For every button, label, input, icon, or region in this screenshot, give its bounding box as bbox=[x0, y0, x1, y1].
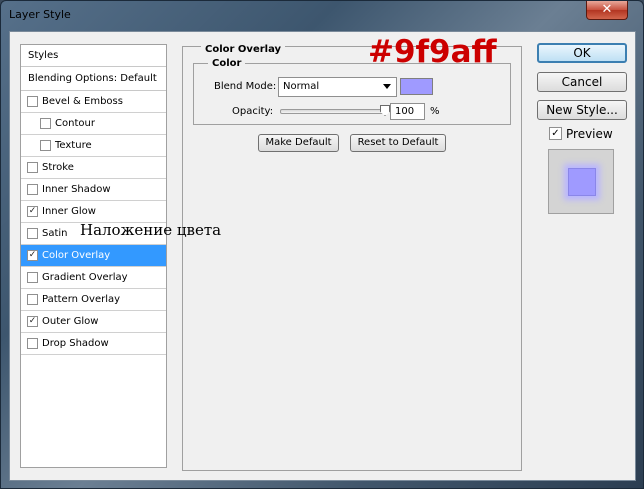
style-item-drop-shadow[interactable]: Drop Shadow bbox=[21, 333, 166, 355]
russian-annotation: Наложение цвета bbox=[80, 221, 222, 239]
style-checkbox[interactable]: ✓ bbox=[27, 250, 38, 261]
style-checkbox[interactable] bbox=[27, 96, 38, 107]
style-item-label: Color Overlay bbox=[42, 250, 111, 261]
chevron-down-icon bbox=[383, 84, 391, 89]
preview-checkbox[interactable]: ✓ bbox=[549, 127, 562, 140]
styles-header[interactable]: Styles bbox=[21, 45, 166, 67]
style-item-label: Outer Glow bbox=[42, 316, 99, 327]
style-item-bevel-emboss[interactable]: Bevel & Emboss bbox=[21, 91, 166, 113]
style-checkbox[interactable] bbox=[27, 294, 38, 305]
style-item-label: Drop Shadow bbox=[42, 338, 109, 349]
reset-to-default-button[interactable]: Reset to Default bbox=[350, 134, 446, 152]
cancel-button[interactable]: Cancel bbox=[537, 72, 627, 92]
style-item-gradient-overlay[interactable]: Gradient Overlay bbox=[21, 267, 166, 289]
blend-mode-select[interactable]: Normal bbox=[278, 77, 397, 97]
style-item-label: Contour bbox=[55, 118, 95, 129]
style-checkbox[interactable] bbox=[27, 228, 38, 239]
preview-thumbnail bbox=[548, 149, 614, 214]
opacity-input[interactable]: 100 bbox=[390, 103, 425, 120]
window-title: Layer Style bbox=[9, 8, 71, 21]
opacity-unit: % bbox=[430, 106, 440, 117]
style-checkbox[interactable] bbox=[27, 338, 38, 349]
style-checkbox[interactable] bbox=[40, 140, 51, 151]
color-overlay-group: Color Overlay Color Blend Mode: Normal O… bbox=[182, 44, 522, 471]
style-item-color-overlay[interactable]: ✓ Color Overlay bbox=[21, 245, 166, 267]
style-item-label: Stroke bbox=[42, 162, 74, 173]
style-checkbox[interactable]: ✓ bbox=[27, 316, 38, 327]
blending-options-item[interactable]: Blending Options: Default bbox=[21, 67, 166, 91]
make-default-button[interactable]: Make Default bbox=[258, 134, 339, 152]
style-checkbox[interactable]: ✓ bbox=[27, 206, 38, 217]
style-item-outer-glow[interactable]: ✓ Outer Glow bbox=[21, 311, 166, 333]
style-item-inner-shadow[interactable]: Inner Shadow bbox=[21, 179, 166, 201]
style-item-label: Texture bbox=[55, 140, 92, 151]
style-item-stroke[interactable]: Stroke bbox=[21, 157, 166, 179]
opacity-slider[interactable] bbox=[280, 109, 384, 114]
color-group-title: Color bbox=[208, 58, 246, 69]
style-item-label: Pattern Overlay bbox=[42, 294, 121, 305]
preview-label: Preview bbox=[566, 127, 613, 141]
opacity-label: Opacity: bbox=[232, 106, 274, 117]
hex-color-annotation: #9f9aff bbox=[368, 34, 497, 70]
style-item-texture[interactable]: Texture bbox=[21, 135, 166, 157]
style-checkbox[interactable] bbox=[27, 162, 38, 173]
color-overlay-title: Color Overlay bbox=[201, 44, 286, 55]
style-item-label: Satin bbox=[42, 228, 68, 239]
style-checkbox[interactable] bbox=[27, 272, 38, 283]
style-checkbox[interactable] bbox=[40, 118, 51, 129]
style-item-label: Inner Shadow bbox=[42, 184, 111, 195]
new-style-button[interactable]: New Style... bbox=[537, 100, 627, 120]
close-button[interactable]: ✕ bbox=[586, 1, 628, 20]
styles-list: Styles Blending Options: Default Bevel &… bbox=[20, 44, 167, 468]
checkmark-icon: ✓ bbox=[551, 128, 560, 139]
style-item-inner-glow[interactable]: ✓ Inner Glow bbox=[21, 201, 166, 223]
close-icon: ✕ bbox=[601, 2, 613, 17]
title-bar[interactable]: Layer Style ✕ bbox=[1, 1, 643, 29]
style-checkbox[interactable] bbox=[27, 184, 38, 195]
preview-swatch bbox=[568, 168, 596, 196]
color-group: Color Blend Mode: Normal Opacity: 100 % bbox=[193, 58, 511, 125]
opacity-slider-thumb[interactable] bbox=[380, 105, 390, 116]
layer-style-window: Layer Style ✕ Styles Blending Options: D… bbox=[0, 0, 644, 489]
style-item-label: Gradient Overlay bbox=[42, 272, 128, 283]
dialog-body: Styles Blending Options: Default Bevel &… bbox=[9, 31, 636, 481]
style-item-label: Inner Glow bbox=[42, 206, 96, 217]
ok-button[interactable]: OK bbox=[537, 43, 627, 63]
style-item-contour[interactable]: Contour bbox=[21, 113, 166, 135]
style-item-pattern-overlay[interactable]: Pattern Overlay bbox=[21, 289, 166, 311]
blend-mode-label: Blend Mode: bbox=[214, 81, 277, 92]
blend-mode-value: Normal bbox=[283, 81, 320, 92]
overlay-color-swatch[interactable] bbox=[400, 78, 433, 95]
style-item-label: Bevel & Emboss bbox=[42, 96, 123, 107]
